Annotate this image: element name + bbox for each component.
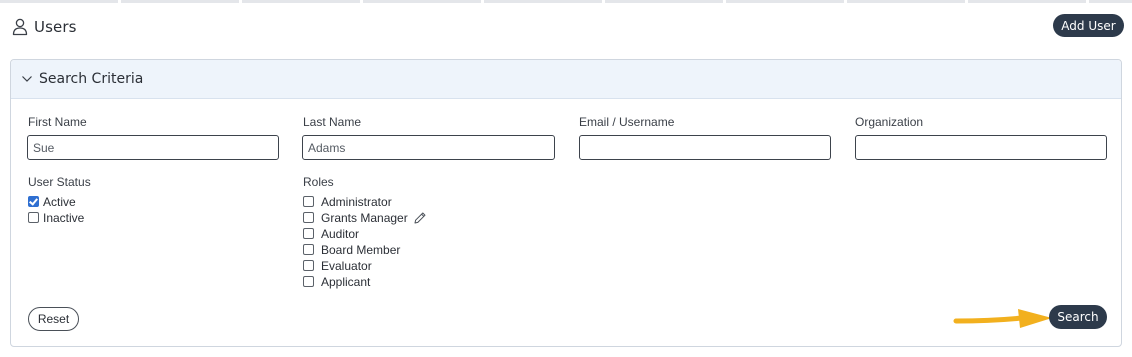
users-page: Users Add User Search Criteria First Nam… (0, 0, 1132, 357)
status-active-checkbox[interactable]: Active (28, 194, 76, 209)
status-inactive-label: Inactive (43, 210, 85, 225)
search-criteria-toggle[interactable]: Search Criteria (11, 60, 1121, 99)
panel-title: Search Criteria (39, 71, 144, 87)
user-icon (12, 18, 28, 36)
user-status-label: User Status (28, 175, 91, 189)
pencil-icon[interactable] (413, 211, 427, 225)
role-evaluator-checkbox[interactable]: Evaluator (303, 258, 372, 273)
checkbox-checked[interactable] (28, 196, 39, 207)
role-label: Administrator (321, 194, 392, 209)
role-applicant-checkbox[interactable]: Applicant (303, 274, 370, 289)
last-name-input[interactable] (302, 135, 555, 160)
organization-input[interactable] (855, 135, 1107, 160)
status-active-label: Active (43, 194, 76, 209)
role-label: Auditor (321, 226, 360, 241)
role-administrator-checkbox[interactable]: Administrator (303, 194, 392, 209)
role-grants-manager-checkbox[interactable]: Grants Manager (303, 210, 427, 225)
last-name-label: Last Name (303, 115, 362, 129)
role-label: Grants Manager (321, 210, 408, 225)
checkbox-unchecked[interactable] (303, 244, 314, 255)
annotation-arrow-icon (953, 309, 1052, 328)
checkbox-unchecked[interactable] (303, 276, 314, 287)
email-username-label: Email / Username (579, 115, 675, 129)
roles-label: Roles (303, 175, 334, 189)
checkbox-unchecked[interactable] (303, 260, 314, 271)
role-auditor-checkbox[interactable]: Auditor (303, 226, 359, 241)
checkbox-unchecked[interactable] (28, 212, 39, 223)
reset-button[interactable]: Reset (28, 307, 79, 331)
role-board-member-checkbox[interactable]: Board Member (303, 242, 400, 257)
checkbox-unchecked[interactable] (303, 196, 314, 207)
checkbox-unchecked[interactable] (303, 228, 314, 239)
email-username-input[interactable] (579, 135, 831, 160)
role-label: Board Member (321, 242, 401, 257)
top-tab-strip (0, 0, 1132, 3)
role-label: Applicant (321, 274, 371, 289)
role-label: Evaluator (321, 258, 372, 273)
page-header: Users (12, 16, 77, 38)
add-user-button[interactable]: Add User (1053, 14, 1124, 37)
chevron-down-icon (22, 76, 32, 82)
search-criteria-panel: Search Criteria (10, 59, 1122, 347)
status-inactive-checkbox[interactable]: Inactive (28, 210, 84, 225)
first-name-input[interactable] (27, 135, 279, 160)
search-button[interactable]: Search (1049, 305, 1107, 329)
page-title: Users (34, 18, 77, 36)
organization-label: Organization (855, 115, 924, 129)
first-name-label: First Name (28, 115, 87, 129)
checkbox-unchecked[interactable] (303, 212, 314, 223)
